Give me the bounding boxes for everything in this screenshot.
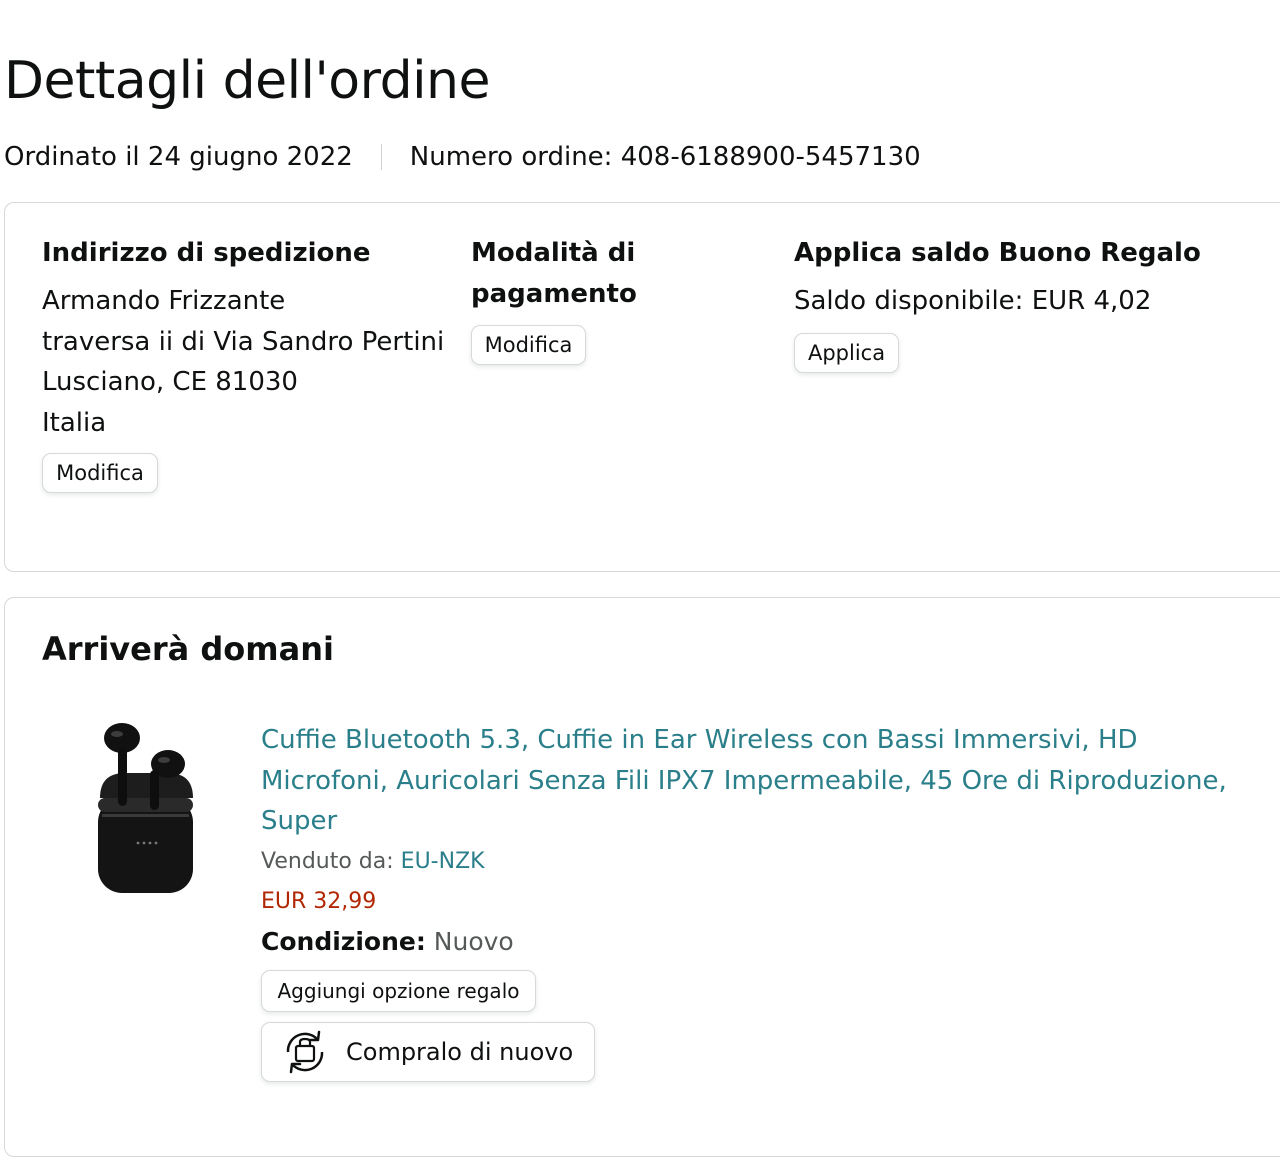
condition-value: Nuovo [433,926,514,956]
apply-gift-card-button[interactable]: Applica [794,332,899,373]
payment-heading: Modalità di pagamento [471,233,637,315]
divider [380,144,382,170]
buy-again-button[interactable]: Compralo di nuovo [261,1021,595,1082]
order-meta: Ordinato il 24 giugno 2022 Numero ordine… [4,140,921,174]
payment-heading-line2: pagamento [471,279,637,309]
gift-card-section: Applica saldo Buono Regalo Saldo disponi… [794,233,1201,373]
seller-link[interactable]: EU-NZK [401,849,485,874]
delivery-card: Arriverà domani Cuffie Bluetooth 5.3, Cu… [4,597,1280,1157]
condition-label: Condizione: [261,926,426,956]
shipping-address-section: Indirizzo di spedizione Armando Frizzant… [42,233,444,493]
shipping-country: Italia [42,407,107,438]
order-number: Numero ordine: 408-6188900-5457130 [409,142,921,172]
product-info: Cuffie Bluetooth 5.3, Cuffie in Ear Wire… [261,720,1251,1082]
gift-card-heading: Applica saldo Buono Regalo [794,238,1201,268]
buy-again-label: Compralo di nuovo [346,1037,574,1066]
shipping-name: Armando Frizzante [42,286,286,316]
shipping-city: Lusciano, CE 81030 [42,367,298,397]
shipping-street: traversa ii di Via Sandro Pertini [42,326,445,357]
sold-by: Venduto da: EU-NZK [261,842,1251,882]
order-date: Ordinato il 24 giugno 2022 [4,142,353,172]
add-gift-option-button[interactable]: Aggiungi opzione regalo [261,969,536,1012]
edit-payment-button[interactable]: Modifica [471,325,586,365]
shipping-heading: Indirizzo di spedizione [42,238,371,268]
edit-address-button[interactable]: Modifica [42,453,158,493]
product-title-link[interactable]: Cuffie Bluetooth 5.3, Cuffie in Ear Wire… [261,720,1251,842]
page-title: Dettagli dell'ordine [4,51,490,111]
payment-heading-line1: Modalità di [471,238,636,268]
delivery-heading: Arriverà domani [42,630,334,668]
sold-by-label: Venduto da: [261,848,401,874]
product-price: EUR 32,99 [261,888,377,914]
buy-again-icon [278,1027,332,1077]
payment-method-section: Modalità di pagamento Modifica [471,233,637,365]
product-condition: Condizione: Nuovo [261,922,1251,962]
earbuds-product-image[interactable] [90,718,205,903]
gift-card-balance: Saldo disponibile: EUR 4,02 [794,286,1152,316]
order-summary-card: Indirizzo di spedizione Armando Frizzant… [4,202,1280,572]
